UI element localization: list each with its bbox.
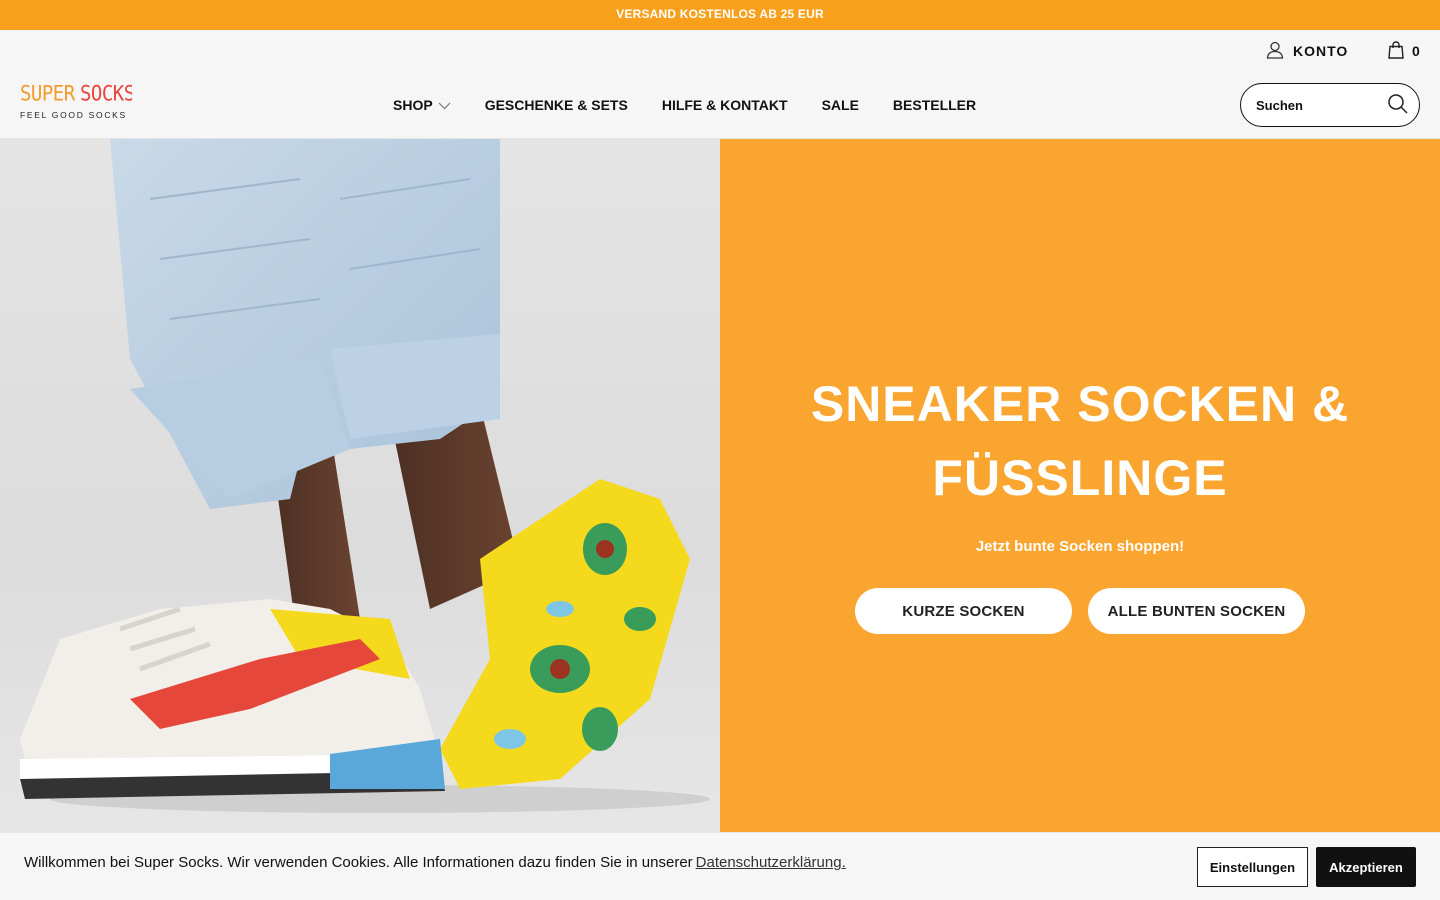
cookie-message: Willkommen bei Super Socks. Wir verwende… [24, 854, 693, 871]
svg-text:SOCKS: SOCKS [80, 81, 132, 105]
search-input[interactable] [1256, 97, 1378, 113]
nav-item-shop[interactable]: SHOP [393, 97, 451, 113]
site-header: KONTO 0 SUPER SOCKS FEEL GOOD SOCKS SHOP [0, 30, 1440, 139]
logo[interactable]: SUPER SOCKS FEEL GOOD SOCKS [20, 81, 135, 122]
cookie-accept-button[interactable]: Akzeptieren [1316, 847, 1416, 887]
hero-subtitle: Jetzt bunte Socken shoppen! [975, 538, 1185, 555]
kurze-socken-button[interactable]: KURZE SOCKEN [855, 588, 1072, 634]
main-nav: SHOP GESCHENKE & SETS HILFE & KONTAKT SA… [393, 96, 1010, 114]
account-link[interactable]: KONTO [1266, 40, 1348, 62]
svg-text:SUPER: SUPER [20, 81, 76, 105]
chevron-down-icon [438, 97, 451, 113]
privacy-link[interactable]: Datenschutzerklärung. [696, 854, 846, 871]
nav-label: SHOP [393, 97, 433, 113]
nav-item-sale[interactable]: SALE [822, 97, 859, 113]
nav-label: HILFE & KONTAKT [661, 97, 788, 113]
announcement-bar: VERSAND KOSTENLOS AB 25 EUR [0, 0, 1440, 30]
logo-wordmark: SUPER SOCKS [20, 81, 135, 110]
hero-content-panel: SNEAKER SOCKEN & FÜSSLINGE Jetzt bunte S… [720, 139, 1440, 832]
hero-title-line: FÜSSLINGE [932, 450, 1228, 506]
nav-item-besteller[interactable]: BESTELLER [893, 97, 976, 113]
user-icon [1266, 41, 1284, 62]
alle-bunten-socken-button[interactable]: ALLE BUNTEN SOCKEN [1088, 588, 1305, 634]
cart-link[interactable]: 0 [1388, 40, 1420, 62]
nav-label: GESCHENKE & SETS [484, 97, 628, 113]
logo-tagline: FEEL GOOD SOCKS [20, 110, 127, 120]
cookie-settings-button[interactable]: Einstellungen [1197, 847, 1308, 887]
cookie-banner: Willkommen bei Super Socks. Wir verwende… [0, 832, 1440, 900]
search-box [1240, 83, 1420, 127]
hero-title: SNEAKER SOCKEN & FÜSSLINGE [760, 367, 1400, 515]
hero-image[interactable] [0, 139, 720, 832]
cart-count: 0 [1412, 43, 1420, 59]
bag-icon [1388, 40, 1404, 62]
hero-banner: SNEAKER SOCKEN & FÜSSLINGE Jetzt bunte S… [0, 139, 1440, 832]
search-icon[interactable] [1387, 93, 1409, 120]
cookie-text: Willkommen bei Super Socks. Wir verwende… [24, 854, 846, 871]
nav-label: SALE [821, 97, 859, 113]
nav-item-hilfe[interactable]: HILFE & KONTAKT [662, 97, 788, 113]
nav-item-geschenke[interactable]: GESCHENKE & SETS [485, 97, 628, 113]
nav-label: BESTELLER [892, 97, 977, 113]
hero-title-line: SNEAKER SOCKEN & [810, 376, 1350, 432]
account-label: KONTO [1293, 43, 1349, 59]
